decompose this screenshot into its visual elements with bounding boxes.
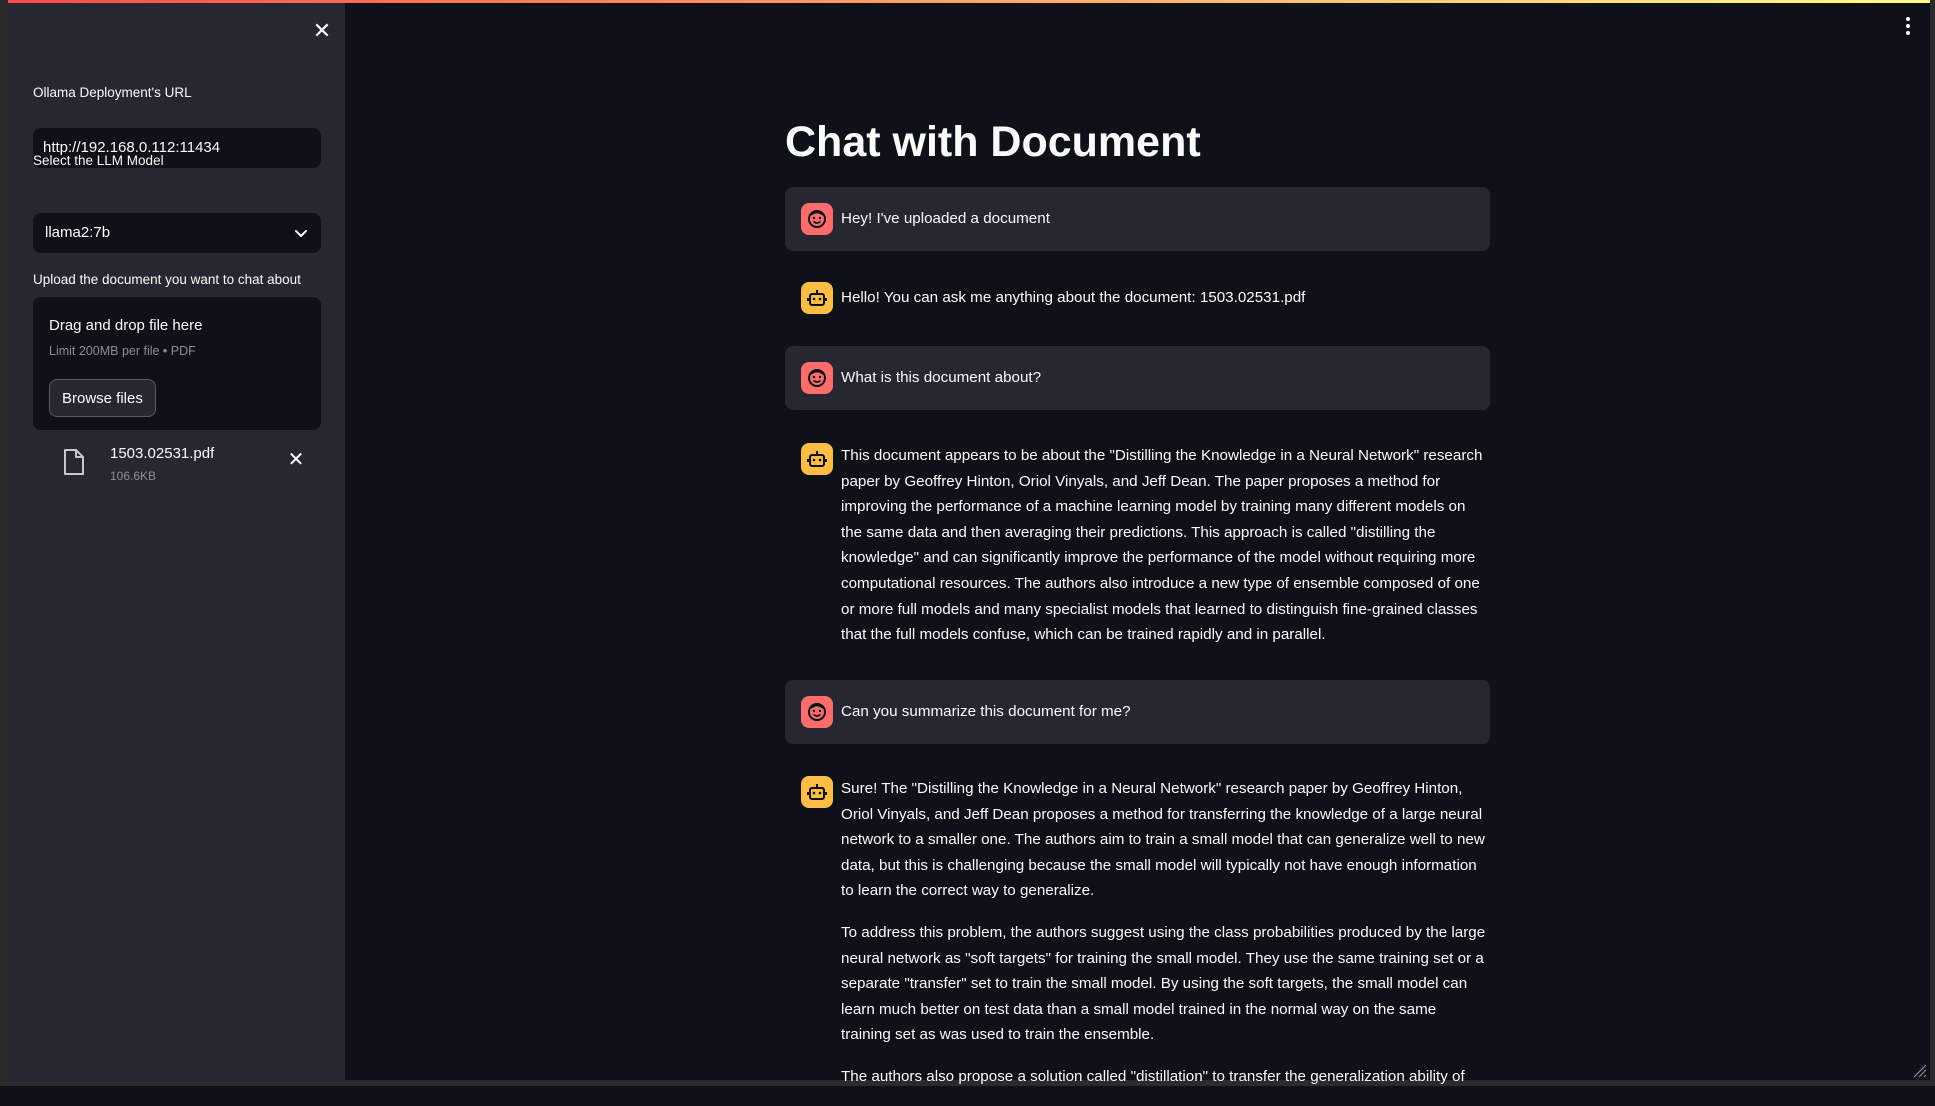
face-icon [808,210,826,228]
message-text: Can you summarize this document for me? [841,703,1131,720]
chat-message-user: What is this document about? [785,346,1490,410]
chat-message-assistant: Sure! The "Distilling the Knowledge in a… [785,760,1490,1090]
page-title: Chat with Document [785,118,1201,166]
message-paragraph: Sure! The "Distilling the Knowledge in a… [841,780,1485,900]
message-text: Hello! You can ask me anything about the… [841,289,1306,306]
file-dropzone[interactable]: Drag and drop file here Limit 200MB per … [33,297,321,430]
model-select[interactable]: llama2:7b [33,213,321,253]
sidebar-close-icon[interactable]: ✕ [310,19,334,43]
chat-message-assistant: Hello! You can ask me anything about the… [785,266,1490,330]
window-frame-right [1930,0,1935,1086]
chat-message-user: Can you summarize this document for me? [785,680,1490,744]
remove-file-icon[interactable]: ✕ [285,449,307,471]
model-select-value: llama2:7b [45,224,111,241]
assistant-avatar [801,443,833,475]
chevron-down-icon [295,230,307,237]
model-label: Select the LLM Model [33,153,164,168]
message-text: Sure! The "Distilling the Knowledge in a… [841,776,1490,1106]
kebab-menu-icon[interactable] [1898,14,1918,38]
chat-message-user: Hey! I've uploaded a document [785,187,1490,251]
file-icon [64,449,84,475]
upload-label: Upload the document you want to chat abo… [33,272,301,287]
browse-files-button[interactable]: Browse files [49,379,156,417]
user-avatar [801,696,833,728]
assistant-avatar [801,776,833,808]
dropzone-title: Drag and drop file here [49,317,203,334]
user-avatar [801,203,833,235]
chat-message-assistant: This document appears to be about the "D… [785,427,1490,659]
message-paragraph: This document appears to be about the "D… [841,447,1483,644]
message-text: This document appears to be about the "D… [841,443,1490,664]
file-name: 1503.02531.pdf [110,445,215,462]
message-text: What is this document about? [841,369,1042,386]
resize-grip-icon[interactable] [1913,1064,1927,1078]
message-text: Hey! I've uploaded a document [841,210,1050,227]
assistant-avatar [801,282,833,314]
sidebar: ✕ Ollama Deployment's URL Select the LLM… [8,3,345,1080]
robot-icon [807,290,827,306]
file-size: 106.6KB [110,469,157,483]
robot-icon [807,451,827,467]
robot-icon [807,784,827,800]
uploaded-file: 1503.02531.pdf 106.6KB ✕ [33,439,321,489]
face-icon [808,369,826,387]
window-frame-left [0,0,8,1086]
dropzone-limit: Limit 200MB per file • PDF [49,344,196,358]
url-label: Ollama Deployment's URL [33,85,192,100]
user-avatar [801,362,833,394]
face-icon [808,703,826,721]
message-paragraph: To address this problem, the authors sug… [841,923,1486,1044]
